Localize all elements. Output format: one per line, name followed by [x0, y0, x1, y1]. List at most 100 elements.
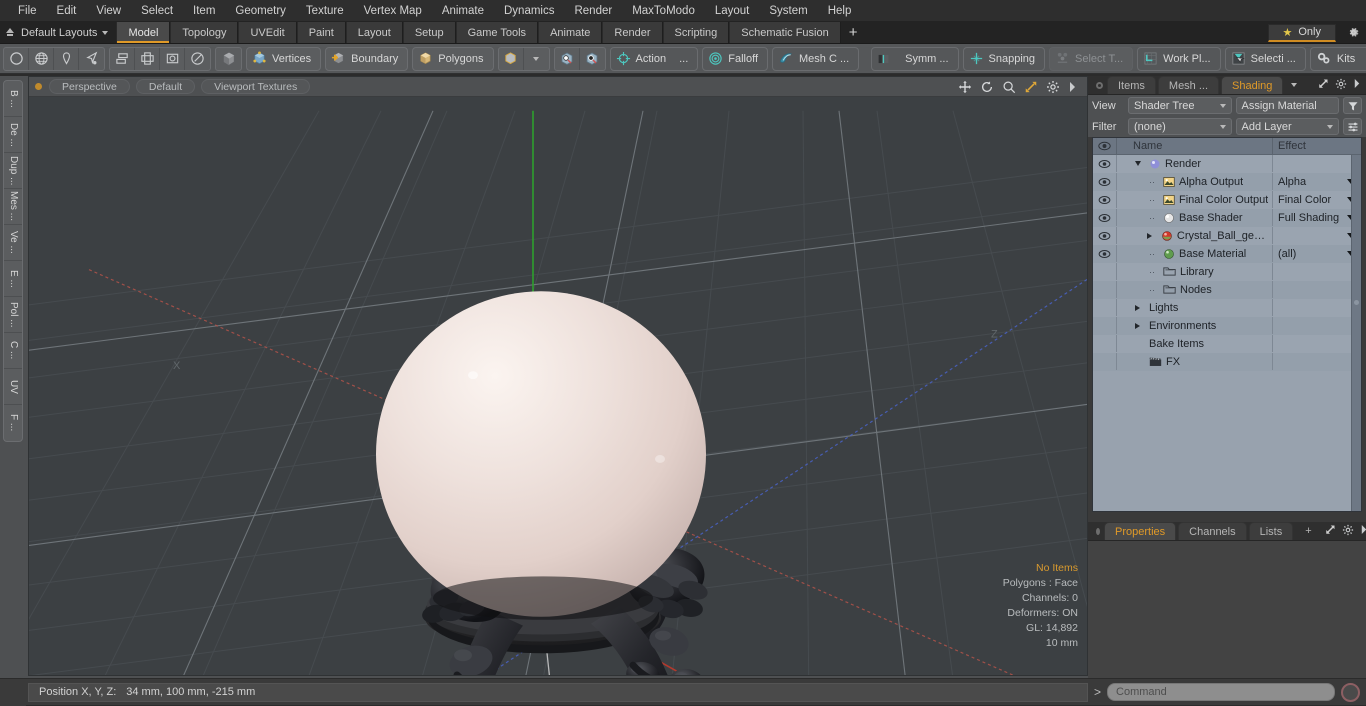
shader-tree-row[interactable]: ··Library: [1093, 263, 1361, 281]
menu-item-view[interactable]: View: [86, 0, 131, 22]
symmetry-button[interactable]: Symm ...: [871, 47, 958, 71]
gear-icon[interactable]: [1046, 80, 1060, 94]
menu-item-dynamics[interactable]: Dynamics: [494, 0, 564, 22]
menu-item-render[interactable]: Render: [564, 0, 622, 22]
expander-expand-icon[interactable]: [1135, 305, 1145, 311]
select-through-button[interactable]: Select T...: [1049, 47, 1133, 71]
panel-tabs-chevron-down-icon[interactable]: [1291, 83, 1297, 87]
work-plane-button[interactable]: Work Pl...: [1137, 47, 1220, 71]
only-button[interactable]: ★ Only: [1268, 24, 1337, 42]
pen-icon[interactable]: [54, 48, 79, 70]
tab-channels[interactable]: Channels: [1178, 522, 1246, 540]
menu-item-file[interactable]: File: [8, 0, 47, 22]
shader-tree-row[interactable]: ··Final Color OutputFinal Color: [1093, 191, 1361, 209]
tab-topology[interactable]: Topology: [170, 22, 238, 43]
record-icon[interactable]: [1341, 683, 1360, 702]
arrow-right-icon[interactable]: [1360, 524, 1366, 538]
expander-collapse-icon[interactable]: [1135, 161, 1145, 166]
circle-icon[interactable]: [4, 48, 29, 70]
tab-setup[interactable]: Setup: [403, 22, 456, 43]
left-tool-5[interactable]: E ...: [4, 261, 22, 297]
add-tab-button[interactable]: +: [841, 22, 866, 43]
funnel-icon[interactable]: [1343, 97, 1362, 114]
cube-dropdown-icon[interactable]: [499, 48, 524, 70]
left-tool-4[interactable]: Ve ...: [4, 225, 22, 261]
shader-tree-row[interactable]: Crystal_Ball_geo5...: [1093, 227, 1361, 245]
menu-item-layout[interactable]: Layout: [705, 0, 760, 22]
snap-b-icon[interactable]: [580, 48, 605, 70]
list-options-icon[interactable]: [1343, 118, 1362, 135]
shader-tree-row-effect[interactable]: [1273, 227, 1361, 244]
tab-paint[interactable]: Paint: [297, 22, 346, 43]
shader-tree-row[interactable]: Bake Items: [1093, 335, 1361, 353]
menu-item-vertex-map[interactable]: Vertex Map: [354, 0, 432, 22]
menu-item-system[interactable]: System: [759, 0, 817, 22]
shader-tree-row[interactable]: ··Base ShaderFull Shading: [1093, 209, 1361, 227]
selection-mode-vertices[interactable]: Vertices: [246, 47, 321, 71]
falloff-button[interactable]: Falloff: [702, 47, 768, 71]
viewport-view-selector[interactable]: Perspective: [49, 79, 130, 94]
viewport-menu-dot-icon[interactable]: [35, 83, 42, 90]
visibility-eye-icon[interactable]: [1093, 155, 1117, 172]
mode-chevron-down-icon[interactable]: [524, 48, 549, 70]
tab-items[interactable]: Items: [1107, 76, 1156, 94]
left-tool-8[interactable]: UV: [4, 369, 22, 405]
viewport-textures-selector[interactable]: Viewport Textures: [201, 79, 310, 94]
menu-item-maxtomodo[interactable]: MaxToModo: [622, 0, 705, 22]
shader-tree-row[interactable]: Environments: [1093, 317, 1361, 335]
selection-mode-polygons[interactable]: Polygons: [412, 47, 493, 71]
tab-game-tools[interactable]: Game Tools: [456, 22, 539, 43]
assign-material-button[interactable]: Assign Material: [1236, 97, 1340, 114]
panel-menu-dot-icon[interactable]: [1096, 82, 1103, 89]
tab-layout[interactable]: Layout: [346, 22, 403, 43]
mesh-constraint-button[interactable]: Mesh C ...: [772, 47, 859, 71]
snapping-button[interactable]: Snapping: [963, 47, 1046, 71]
radial-icon[interactable]: [185, 48, 210, 70]
shader-tree-row-effect[interactable]: Final Color: [1273, 191, 1361, 208]
shader-tree-row-effect[interactable]: Alpha: [1273, 173, 1361, 190]
tab-properties[interactable]: Properties: [1104, 522, 1176, 540]
action-center-button[interactable]: Action ...: [610, 47, 699, 71]
shader-tree-row[interactable]: FX: [1093, 353, 1361, 371]
left-tool-3[interactable]: Mes ...: [4, 189, 22, 225]
viewport-canvas[interactable]: X Z: [29, 97, 1087, 675]
left-tool-2[interactable]: Dup ...: [4, 153, 22, 189]
shader-tree-scrollbar[interactable]: [1351, 155, 1361, 511]
zoom-icon[interactable]: [1002, 80, 1016, 94]
left-tool-1[interactable]: De ...: [4, 117, 22, 153]
tab-scripting[interactable]: Scripting: [663, 22, 730, 43]
shader-tree-row[interactable]: ··Alpha OutputAlpha: [1093, 173, 1361, 191]
arrow-right-icon[interactable]: [1068, 81, 1077, 93]
snap-a-icon[interactable]: [555, 48, 580, 70]
tab-mesh[interactable]: Mesh ...: [1158, 76, 1219, 94]
visibility-eye-icon[interactable]: [1093, 245, 1117, 262]
settings-gear-icon[interactable]: [1340, 23, 1366, 43]
align-icon[interactable]: [110, 48, 135, 70]
menu-item-geometry[interactable]: Geometry: [225, 0, 296, 22]
expand-icon[interactable]: [1324, 524, 1336, 539]
arrow-right-icon[interactable]: [1353, 78, 1361, 92]
item-cube-icon[interactable]: [216, 48, 241, 70]
visibility-eye-icon[interactable]: [1093, 191, 1117, 208]
layout-selector[interactable]: Default Layouts: [0, 22, 116, 43]
visibility-eye-icon[interactable]: [1093, 173, 1117, 190]
expander-expand-icon[interactable]: [1147, 233, 1156, 239]
viewport-shading-selector[interactable]: Default: [136, 79, 195, 94]
menu-item-edit[interactable]: Edit: [47, 0, 87, 22]
shader-tree-row[interactable]: ··Base Material(all): [1093, 245, 1361, 263]
move-icon[interactable]: [958, 80, 972, 94]
selection-mode-boundary[interactable]: Boundary: [325, 47, 408, 71]
tab-render[interactable]: Render: [602, 22, 662, 43]
scrollbar-grip[interactable]: [1354, 300, 1359, 305]
shader-tree-row[interactable]: ··Nodes: [1093, 281, 1361, 299]
shader-tree-row[interactable]: Lights: [1093, 299, 1361, 317]
tab-shading[interactable]: Shading: [1221, 76, 1283, 94]
lasso-icon[interactable]: [79, 48, 104, 70]
tab-uvedit[interactable]: UVEdit: [238, 22, 296, 43]
tab-model[interactable]: Model: [116, 22, 170, 43]
visibility-eye-icon[interactable]: [1093, 209, 1117, 226]
menu-item-texture[interactable]: Texture: [296, 0, 354, 22]
tab-animate[interactable]: Animate: [538, 22, 602, 43]
shader-tree-row-effect[interactable]: (all): [1273, 245, 1361, 262]
kits-button[interactable]: Kits: [1310, 47, 1366, 71]
